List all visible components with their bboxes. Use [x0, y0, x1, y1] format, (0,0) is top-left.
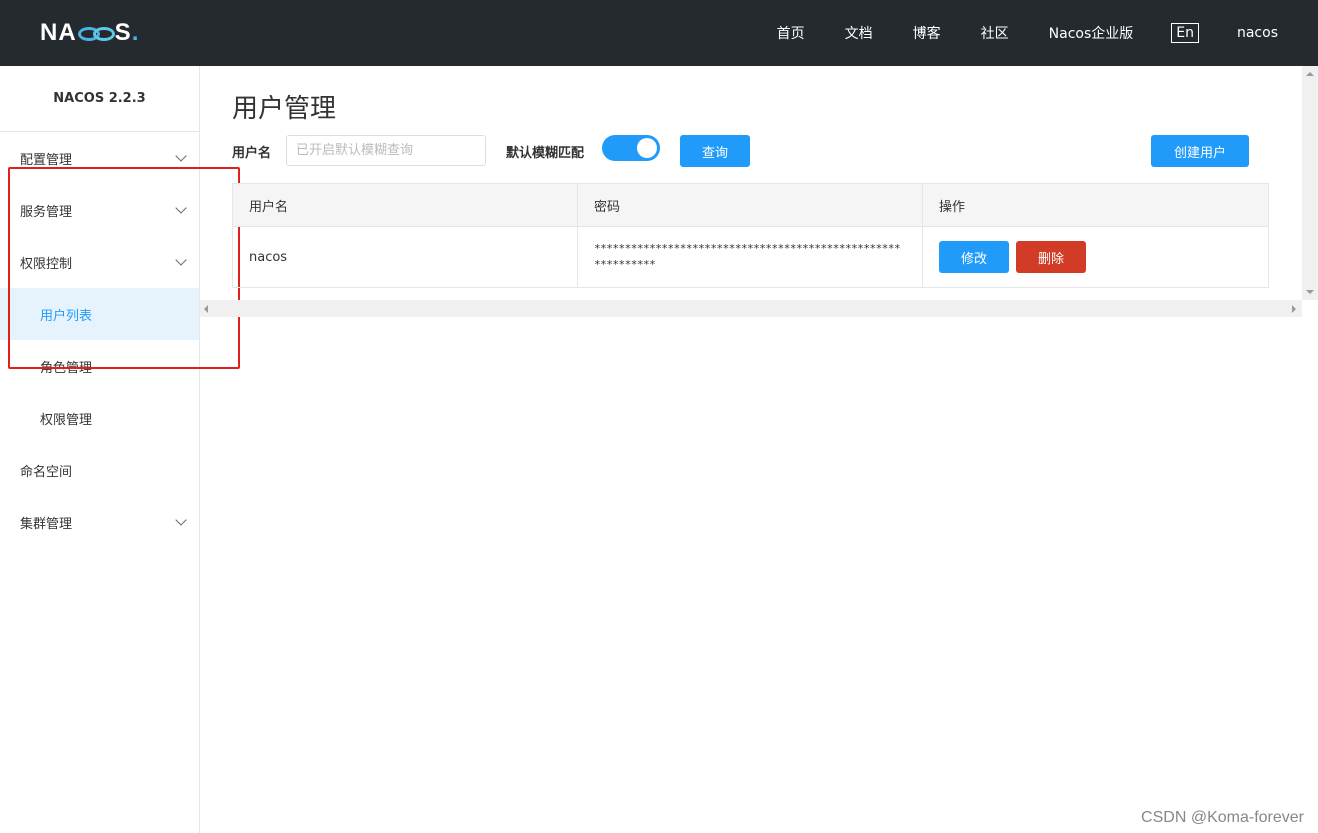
- username-search-input[interactable]: [286, 135, 486, 166]
- vertical-scrollbar[interactable]: [1302, 66, 1318, 300]
- column-header-password: 密码: [577, 183, 923, 227]
- column-header-actions: 操作: [922, 183, 1269, 227]
- fuzzy-match-toggle[interactable]: [602, 135, 660, 161]
- delete-button[interactable]: 删除: [1016, 241, 1086, 273]
- column-header-username: 用户名: [232, 183, 578, 227]
- nacos-logo[interactable]: NA S.: [40, 18, 139, 48]
- table-row: nacos **********************************…: [232, 226, 1269, 288]
- page-title: 用户管理: [232, 94, 337, 124]
- sidebar-item-label: 命名空间: [20, 464, 73, 480]
- toggle-knob: [637, 138, 657, 158]
- cell-password: ****************************************…: [577, 226, 923, 288]
- version-label: NACOS 2.2.3: [0, 66, 199, 132]
- cell-actions: 修改 删除: [922, 226, 1269, 288]
- edit-button[interactable]: 修改: [939, 241, 1009, 273]
- sidebar-item-label: 权限控制: [20, 256, 73, 272]
- sidebar-item-namespace[interactable]: 命名空间: [0, 444, 199, 496]
- scroll-up-icon[interactable]: [1306, 72, 1314, 76]
- fuzzy-match-label: 默认模糊匹配: [506, 146, 585, 161]
- user-table: 用户名 密码 操作 nacos ************************…: [232, 183, 1269, 288]
- sidebar-item-label: 配置管理: [20, 152, 73, 168]
- cell-username: nacos: [232, 226, 578, 288]
- sidebar-item-service[interactable]: 服务管理: [0, 184, 199, 236]
- horizontal-scrollbar[interactable]: [200, 300, 1302, 317]
- scroll-right-icon[interactable]: [1292, 305, 1296, 313]
- nav-docs[interactable]: 文档: [845, 23, 873, 43]
- nav-community[interactable]: 社区: [981, 23, 1009, 43]
- sidebar-subitem-role-management[interactable]: 角色管理: [0, 340, 199, 392]
- search-bar: 用户名 默认模糊匹配 查询 创建用户: [232, 134, 1252, 168]
- scroll-left-icon[interactable]: [204, 305, 208, 313]
- query-button[interactable]: 查询: [680, 135, 750, 167]
- chevron-down-icon: [175, 514, 187, 526]
- sidebar-item-access-control[interactable]: 权限控制: [0, 236, 199, 288]
- password-mask: ****************************************…: [594, 242, 901, 271]
- sidebar-item-cluster[interactable]: 集群管理: [0, 496, 199, 548]
- chevron-down-icon: [175, 254, 187, 266]
- sidebar-item-config[interactable]: 配置管理: [0, 132, 199, 184]
- nav-enterprise[interactable]: Nacos企业版: [1049, 23, 1134, 43]
- nav-home[interactable]: 首页: [777, 23, 805, 43]
- user-menu[interactable]: nacos: [1237, 25, 1278, 41]
- language-switch-button[interactable]: En: [1171, 23, 1199, 43]
- sidebar-subitem-user-list[interactable]: 用户列表: [0, 288, 199, 340]
- username-label: 用户名: [232, 146, 272, 161]
- sidebar-item-label: 集群管理: [20, 516, 73, 532]
- sidebar-item-label: 服务管理: [20, 204, 73, 220]
- top-navbar: NA S. 首页 文档 博客 社区 Nacos企业版 En nacos: [0, 0, 1318, 66]
- create-user-button[interactable]: 创建用户: [1151, 135, 1249, 167]
- scroll-down-icon[interactable]: [1306, 290, 1314, 294]
- nav-blog[interactable]: 博客: [913, 23, 941, 43]
- top-nav: 首页 文档 博客 社区 Nacos企业版 En nacos: [777, 0, 1278, 66]
- table-header-row: 用户名 密码 操作: [232, 183, 1269, 227]
- watermark: CSDN @Koma-forever: [1141, 809, 1304, 826]
- sidebar-subitem-permission-management[interactable]: 权限管理: [0, 392, 199, 444]
- sidebar: NACOS 2.2.3 配置管理 服务管理 权限控制 用户列表 角色管理 权限管…: [0, 66, 200, 833]
- chevron-down-icon: [175, 150, 187, 162]
- chevron-down-icon: [175, 202, 187, 214]
- main-content: 用户管理 用户名 默认模糊匹配 查询 创建用户 用户名 密码 操作 nacos …: [200, 66, 1318, 318]
